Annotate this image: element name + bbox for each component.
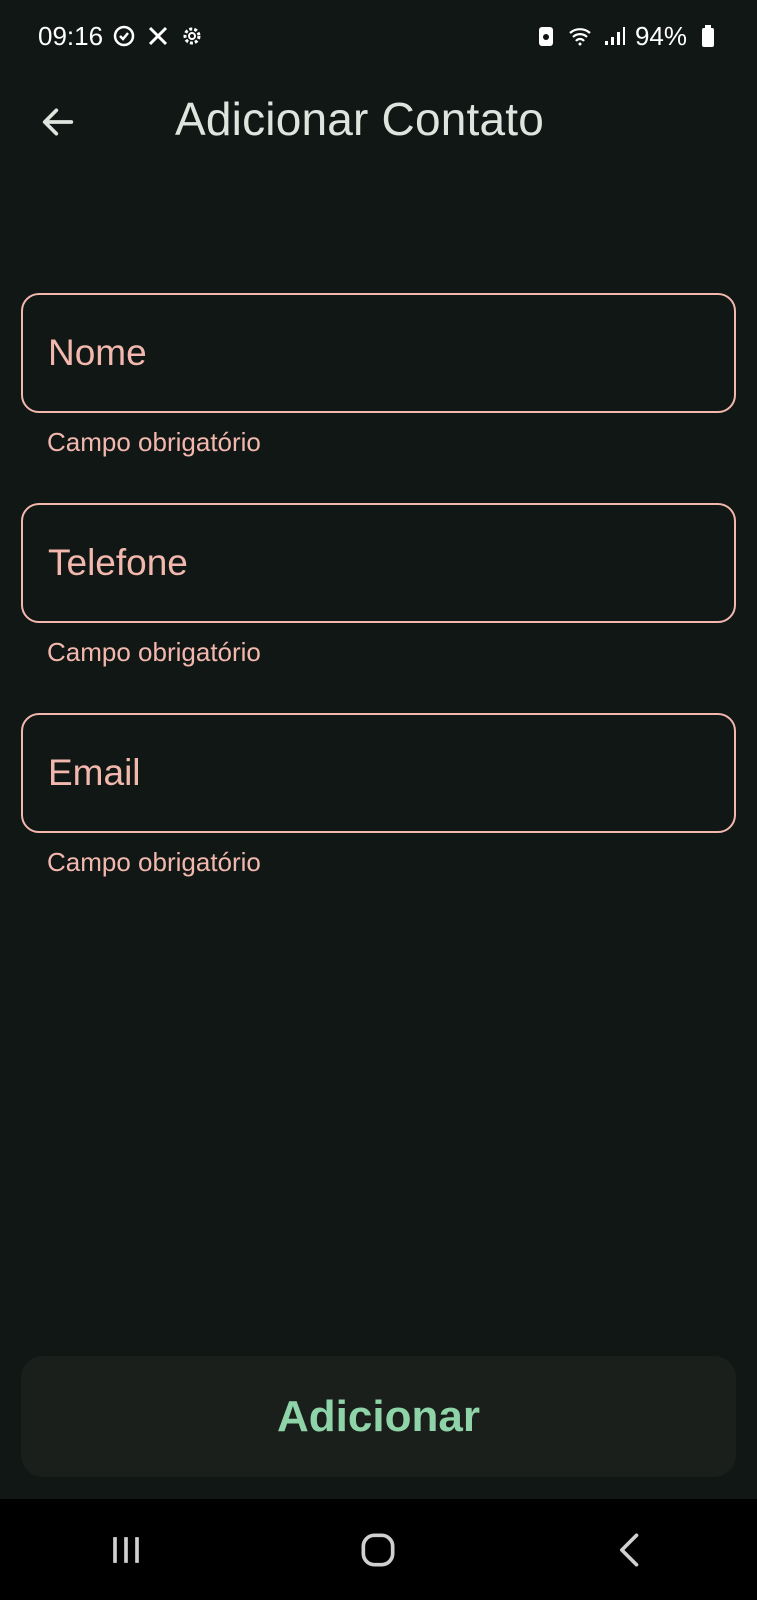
system-back-button[interactable] — [591, 1510, 671, 1590]
back-icon — [619, 1533, 639, 1566]
contact-form: Nome Campo obrigatório Telefone Campo ob… — [21, 293, 736, 923]
system-nav-bar — [0, 1499, 757, 1600]
wifi-icon — [567, 23, 593, 49]
home-button[interactable] — [338, 1510, 418, 1590]
name-input-label: Nome — [48, 332, 147, 373]
tools-icon — [145, 23, 171, 49]
email-input-label: Email — [48, 752, 141, 793]
phone-error-text: Campo obrigatório — [47, 637, 261, 667]
battery-icon — [695, 23, 721, 49]
app-bar: Adicionar Contato — [0, 72, 757, 168]
status-bar-right: 94% — [533, 21, 721, 52]
arrow-left-icon — [42, 108, 74, 136]
home-icon — [361, 1533, 395, 1566]
phone-input-label: Telefone — [48, 542, 188, 583]
add-contact-button[interactable]: Adicionar — [21, 1356, 736, 1477]
status-bar: 09:16 94% — [0, 0, 757, 72]
email-error-text: Campo obrigatório — [47, 847, 261, 877]
recent-apps-button[interactable] — [86, 1510, 166, 1590]
recent-apps-icon — [113, 1536, 139, 1563]
name-input[interactable]: Nome — [21, 293, 736, 413]
phone-field-group: Telefone Campo obrigatório — [21, 503, 736, 713]
battery-percentage: 94% — [634, 20, 687, 51]
back-button[interactable] — [32, 96, 84, 148]
notification-icon — [111, 23, 137, 49]
name-field-group: Nome Campo obrigatório — [21, 293, 736, 503]
email-input[interactable]: Email — [21, 713, 736, 833]
status-bar-left: 09:16 — [38, 21, 205, 52]
settings-gear-icon — [179, 23, 205, 49]
email-field-group: Email Campo obrigatório — [21, 713, 736, 923]
phone-input[interactable]: Telefone — [21, 503, 736, 623]
signal-icon — [601, 23, 627, 49]
status-time: 09:16 — [38, 20, 104, 51]
battery-saver-icon — [533, 23, 559, 49]
name-error-text: Campo obrigatório — [47, 427, 261, 457]
page-title: Adicionar Contato — [175, 93, 545, 145]
